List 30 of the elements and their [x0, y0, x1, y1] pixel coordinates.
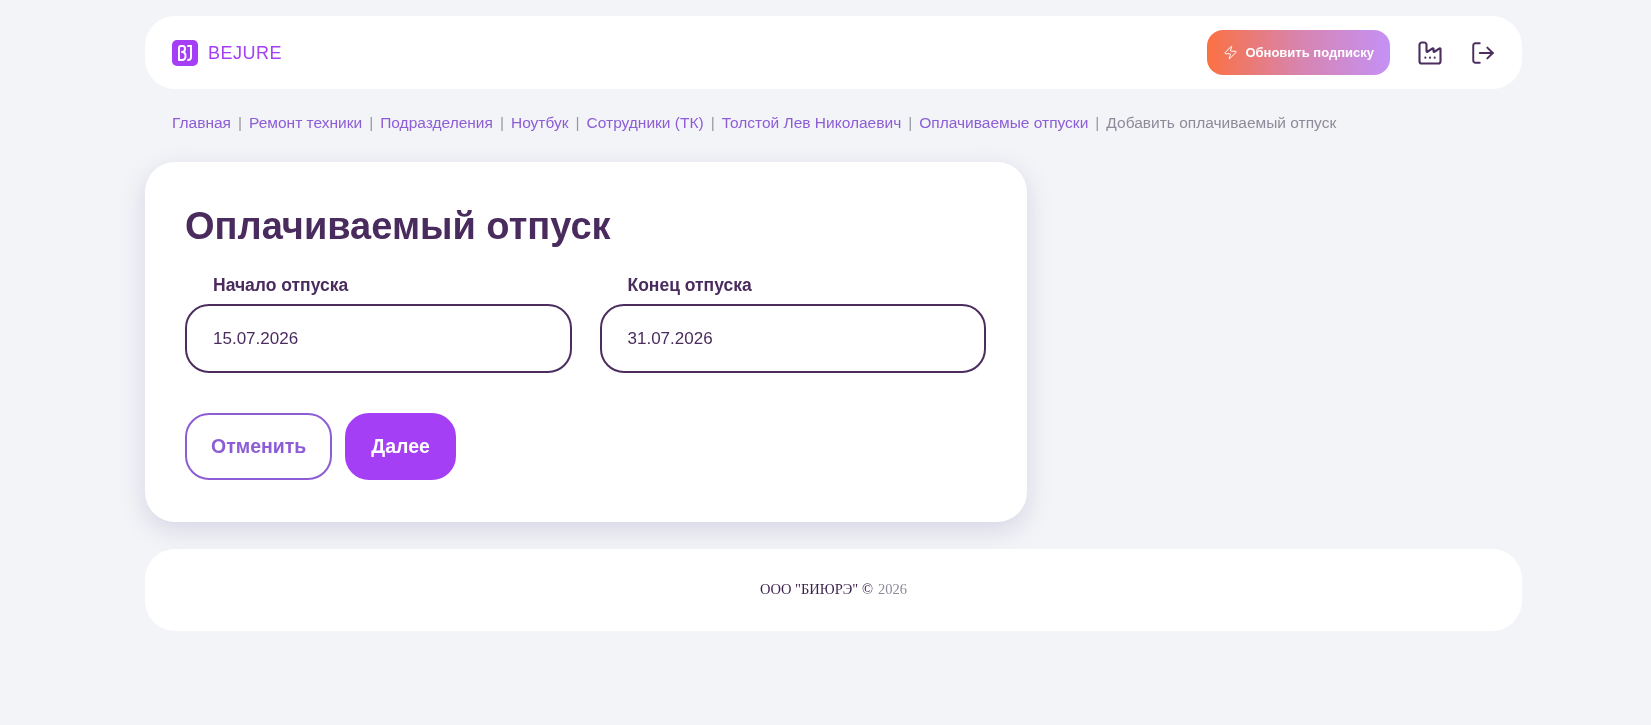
logo-icon: [172, 39, 198, 66]
form-title: Оплачиваемый отпуск: [185, 204, 611, 249]
breadcrumb-separator: |: [1095, 113, 1100, 133]
logo-text: BEJURE: [208, 43, 282, 62]
breadcrumb-separator: |: [499, 113, 504, 133]
breadcrumb-separator: |: [238, 113, 243, 133]
breadcrumb-link[interactable]: Главная: [172, 113, 231, 133]
breadcrumb-separator: |: [710, 113, 715, 133]
logout-icon[interactable]: [1470, 39, 1496, 66]
breadcrumb-separator: |: [908, 113, 913, 133]
footer-year: 2026: [877, 580, 907, 600]
next-button[interactable]: Далее: [345, 413, 456, 480]
breadcrumb-link[interactable]: Толстой Лев Николаевич: [721, 113, 902, 133]
breadcrumb-separator: |: [575, 113, 580, 133]
field-label: Конец отпуска: [627, 274, 752, 296]
date-input[interactable]: 31.07.2026: [599, 304, 986, 373]
breadcrumb-separator: |: [369, 113, 374, 133]
breadcrumb-link[interactable]: Подразделения: [380, 113, 493, 133]
breadcrumb-link[interactable]: Сотрудники (ТК): [586, 113, 704, 133]
field-label: Начало отпуска: [213, 274, 349, 296]
breadcrumb-link[interactable]: Ремонт техники: [249, 113, 363, 133]
breadcrumb-link[interactable]: Оплачиваемые отпуски: [919, 113, 1089, 133]
factory-icon[interactable]: [1416, 38, 1444, 67]
breadcrumb-current: Добавить оплачиваемый отпуск: [1106, 113, 1337, 133]
breadcrumb-link[interactable]: Ноутбук: [510, 113, 569, 133]
lightning-icon: [1223, 45, 1239, 60]
footer-company: ООО "БИЮРЭ" ©: [760, 580, 873, 600]
cancel-button[interactable]: Отменить: [185, 413, 333, 480]
date-input[interactable]: 15.07.2026: [185, 304, 572, 373]
upgrade-subscription-button[interactable]: Обновить подписку: [1207, 30, 1390, 75]
